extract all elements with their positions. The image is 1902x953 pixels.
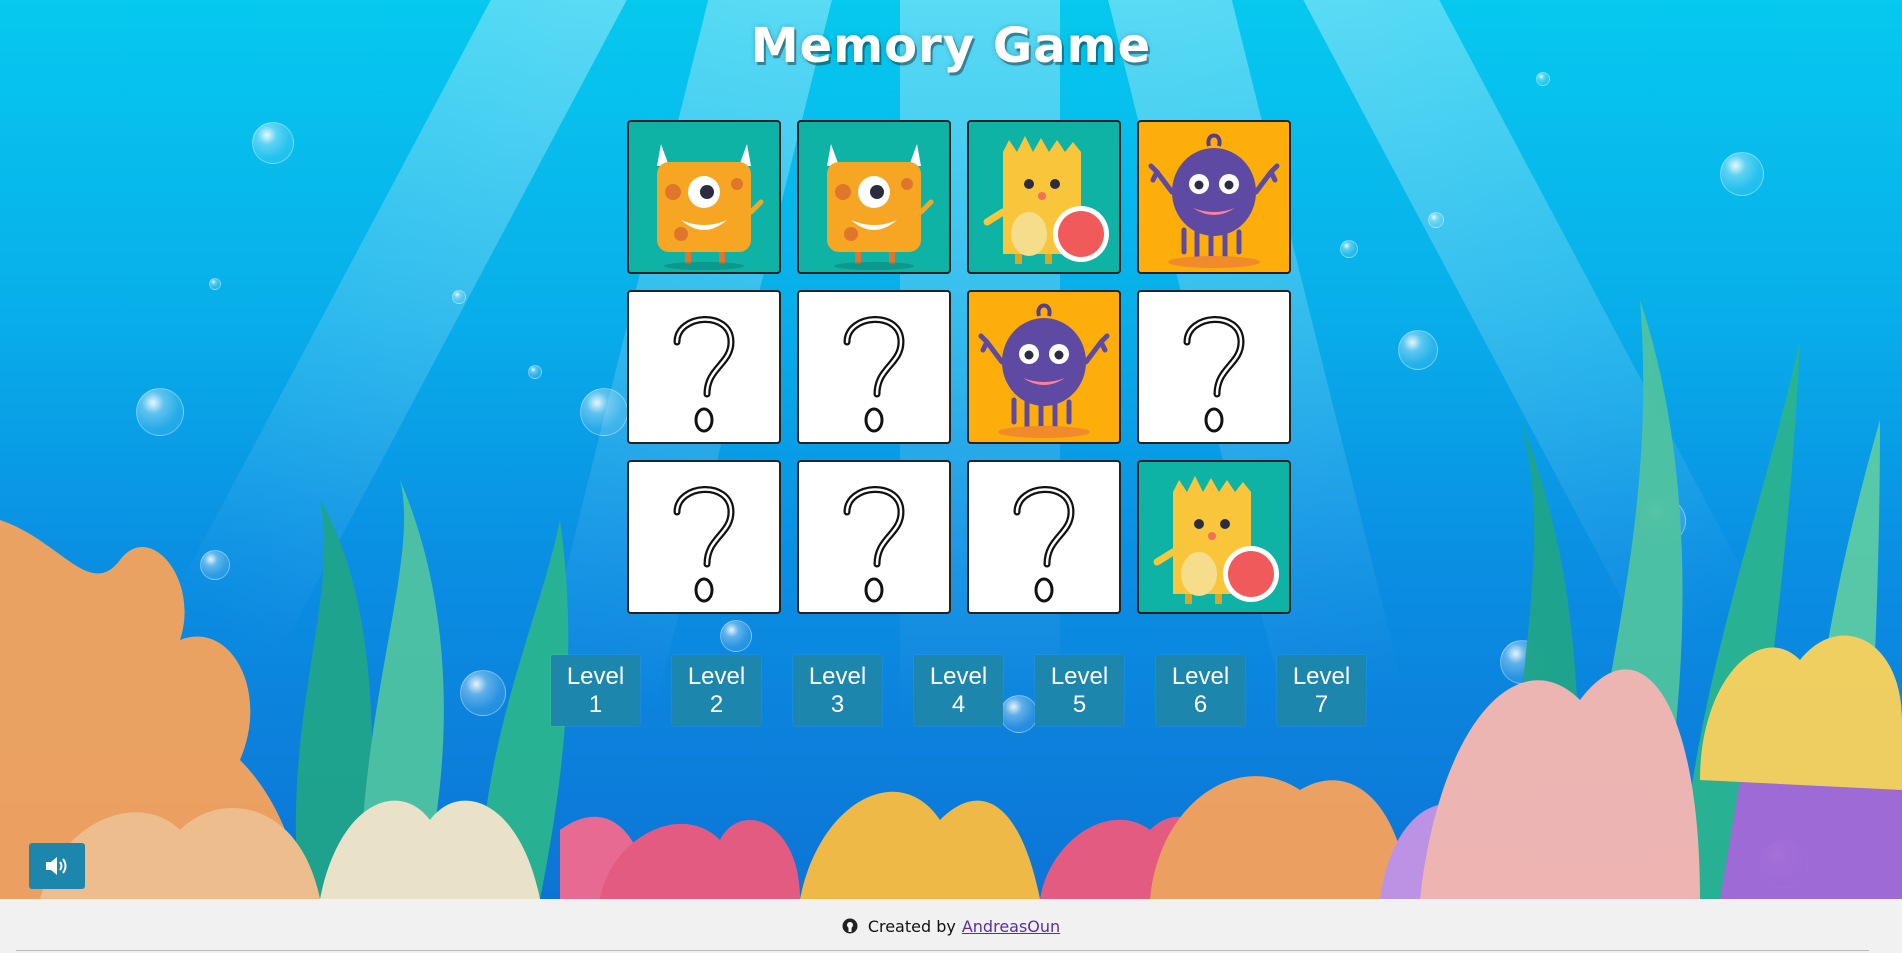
level-number: 6: [1193, 690, 1208, 718]
level-label: Level: [1292, 662, 1351, 690]
purple-jelly-monster-icon: [1148, 133, 1280, 268]
level-number: 7: [1314, 690, 1329, 718]
level-selector: Level 1 Level 2 Level 3 Level 4 Level 5 Level 6 Leve…: [551, 655, 1366, 726]
question-mark-icon: [1013, 486, 1075, 603]
card-hidden[interactable]: [967, 460, 1121, 614]
level-label: Level: [687, 662, 746, 690]
github-icon: [842, 918, 858, 934]
question-mark-icon: [843, 486, 905, 603]
level-label: Level: [1050, 662, 1109, 690]
orange-horned-monster-icon: [657, 144, 764, 270]
created-by-label: Created by: [867, 916, 956, 936]
page-title: Memory Game: [750, 18, 1152, 74]
level-label: Level: [808, 662, 867, 690]
question-mark-icon: [673, 316, 735, 433]
footer-divider: [16, 950, 1869, 951]
question-mark-icon: [673, 486, 735, 603]
purple-jelly-monster-icon: [978, 303, 1110, 438]
level-4-button[interactable]: Level 4: [914, 655, 1003, 726]
level-6-button[interactable]: Level 6: [1156, 655, 1245, 726]
card-hidden[interactable]: [627, 460, 781, 614]
card-revealed[interactable]: [1137, 460, 1291, 614]
level-number: 1: [588, 690, 603, 718]
card-hidden[interactable]: [797, 460, 951, 614]
level-number: 3: [830, 690, 845, 718]
level-number: 4: [951, 690, 966, 718]
footer: Created by AndreasOun: [0, 899, 1902, 953]
card-hidden[interactable]: [627, 290, 781, 444]
card-revealed[interactable]: [967, 120, 1121, 274]
card-revealed[interactable]: [627, 120, 781, 274]
level-label: Level: [1171, 662, 1230, 690]
card-hidden[interactable]: [1137, 290, 1291, 444]
card-grid: [627, 120, 1291, 614]
level-7-button[interactable]: Level 7: [1277, 655, 1366, 726]
level-5-button[interactable]: Level 5: [1035, 655, 1124, 726]
level-label: Level: [929, 662, 988, 690]
card-hidden[interactable]: [797, 290, 951, 444]
card-revealed[interactable]: [1137, 120, 1291, 274]
card-revealed[interactable]: [797, 120, 951, 274]
level-1-button[interactable]: Level 1: [551, 655, 640, 726]
level-2-button[interactable]: Level 2: [672, 655, 761, 726]
yellow-ball-monster-icon: [1153, 476, 1279, 604]
question-mark-icon: [843, 316, 905, 433]
orange-horned-monster-icon: [827, 144, 934, 270]
level-3-button[interactable]: Level 3: [793, 655, 882, 726]
level-label: Level: [566, 662, 625, 690]
level-number: 2: [709, 690, 724, 718]
author-link[interactable]: AndreasOun: [962, 917, 1060, 936]
speaker-volume-icon: [46, 857, 67, 875]
card-revealed[interactable]: [967, 290, 1121, 444]
question-mark-icon: [1183, 316, 1245, 433]
yellow-ball-monster-icon: [983, 136, 1109, 264]
level-number: 5: [1072, 690, 1087, 718]
sound-toggle-button[interactable]: [29, 843, 85, 889]
